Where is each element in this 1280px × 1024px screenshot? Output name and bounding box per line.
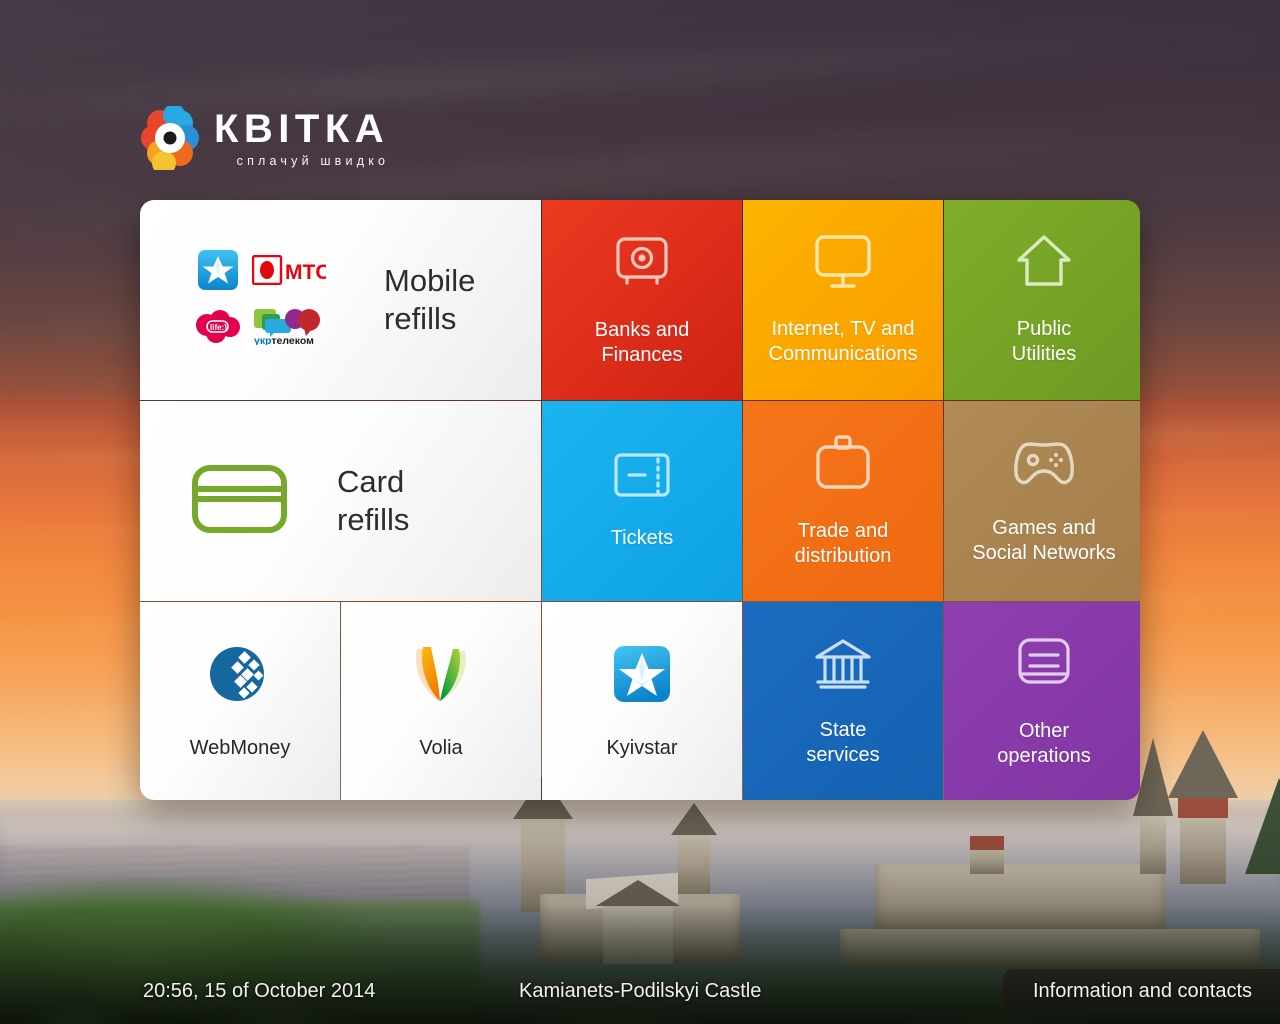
tile-card-refills[interactable]: Card refills: [140, 401, 541, 601]
monitor-tv-icon: [813, 234, 873, 295]
ukrtelecom-bubbles-icon: укртелеком: [252, 307, 326, 350]
tile-webmoney[interactable]: WebMoney: [140, 602, 340, 800]
datetime-label: 20:56, 15 of October 2014: [143, 979, 376, 1002]
tile-label-line1: Banks and: [594, 318, 690, 341]
tile-label-line2: Communications: [768, 342, 918, 365]
svg-text:MTC: MTC: [285, 261, 326, 284]
tile-label-line1: Games and: [992, 516, 1096, 539]
tile-label-line1: WebMoney: [189, 737, 291, 759]
tile-kyivstar[interactable]: Kyivstar: [542, 602, 742, 800]
location-label: Kamianets-Podilskyi Castle: [519, 979, 762, 1002]
service-tile-grid: MTC life:) укртелеком Mobile refills Ban…: [140, 200, 1140, 800]
tile-label-line2: Utilities: [1011, 342, 1077, 365]
tile-banks-and-finances[interactable]: Banks and Finances: [542, 200, 742, 400]
mobile-operator-logos: MTC life:) укртелеком: [192, 248, 331, 352]
webmoney-logo-icon: [209, 643, 271, 710]
safe-vault-icon: [613, 233, 671, 296]
brand-name: КВІТКА: [214, 106, 390, 151]
ticket-icon: [613, 451, 671, 504]
tile-label-line1: Volia: [419, 737, 463, 759]
tile-internet-tv-communications[interactable]: Internet, TV and Communications: [743, 200, 943, 400]
tile-tickets[interactable]: Tickets: [542, 401, 742, 601]
tile-label-line2: refills: [384, 301, 457, 336]
tile-label-line2: Finances: [601, 343, 683, 366]
tile-label-line1: Card: [337, 464, 405, 499]
tile-label-line1: Tickets: [610, 527, 674, 549]
tile-label-line1: Public: [1016, 317, 1072, 340]
svg-text:life:): life:): [210, 323, 227, 332]
bottom-status-bar: 20:56, 15 of October 2014 Kamianets-Podi…: [0, 958, 1280, 1024]
briefcase-icon: [814, 434, 872, 497]
tile-label-line2: refills: [337, 502, 410, 537]
tile-trade-and-distribution[interactable]: Trade and distribution: [743, 401, 943, 601]
tile-label-line1: Internet, TV and: [771, 317, 915, 340]
gamepad-icon: [1012, 437, 1076, 494]
kiosk-screen: КВІТКА сплачуй швидко MTC life:) укртеле…: [0, 0, 1280, 1024]
tile-label-line2: Social Networks: [972, 541, 1116, 564]
flower-logo-icon: [140, 104, 200, 175]
kyivstar-star-icon: [197, 249, 239, 296]
information-and-contacts-button[interactable]: Information and contacts: [1002, 969, 1280, 1013]
volia-logo-icon: [409, 643, 473, 710]
life-cloud-icon: life:): [194, 309, 242, 348]
tile-other-operations[interactable]: Other operations: [944, 602, 1140, 800]
bank-building-icon: [813, 637, 873, 696]
kyivstar-logo-icon: [611, 643, 673, 710]
tile-label-line1: Mobile: [384, 263, 476, 298]
brand-tagline: сплачуй швидко: [236, 153, 390, 168]
mts-egg-icon: MTC: [251, 254, 331, 290]
tile-label-line1: State: [819, 718, 867, 741]
tile-label-line1: Trade and: [797, 519, 889, 542]
tile-label-line2: distribution: [794, 544, 892, 567]
tile-label-line2: services: [806, 743, 880, 766]
house-home-icon: [1015, 234, 1073, 295]
tile-label-line2: operations: [997, 744, 1091, 767]
tile-label-line1: Other: [1018, 719, 1070, 742]
brand-logo: КВІТКА сплачуй швидко: [140, 104, 390, 175]
tile-public-utilities[interactable]: Public Utilities: [944, 200, 1140, 400]
tile-volia[interactable]: Volia: [341, 602, 541, 800]
svg-text:укртелеком: укртелеком: [254, 335, 314, 345]
list-stack-icon: [1016, 636, 1072, 697]
credit-card-icon: [192, 464, 287, 538]
tile-mobile-refills[interactable]: MTC life:) укртелеком Mobile refills: [140, 200, 541, 400]
tile-label-line1: Kyivstar: [606, 737, 678, 759]
tile-games-and-social-networks[interactable]: Games and Social Networks: [944, 401, 1140, 601]
tile-state-services[interactable]: State services: [743, 602, 943, 800]
